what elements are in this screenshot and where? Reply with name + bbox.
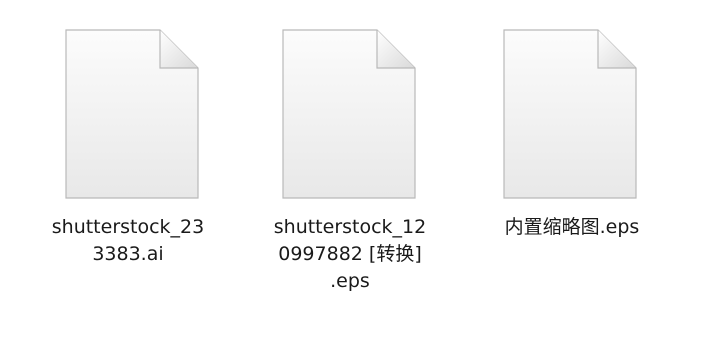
generic-document-icon (472, 0, 672, 210)
generic-document-icon (28, 0, 228, 210)
generic-document-icon (250, 0, 450, 210)
file-name-label: shutterstock_23 3383.ai (51, 216, 205, 265)
file-name-label: 内置缩略图.eps (504, 216, 640, 238)
file-item-3[interactable]: 内置缩略图.eps (472, 0, 672, 338)
file-item-2[interactable]: shutterstock_12 0997882 [转换] .eps (250, 0, 450, 338)
file-name-label: shutterstock_12 0997882 [转换] .eps (273, 216, 427, 292)
file-item-1[interactable]: shutterstock_23 3383.ai (28, 0, 228, 338)
file-explorer-view: shutterstock_23 3383.ai shutterstock_12 … (0, 0, 703, 338)
